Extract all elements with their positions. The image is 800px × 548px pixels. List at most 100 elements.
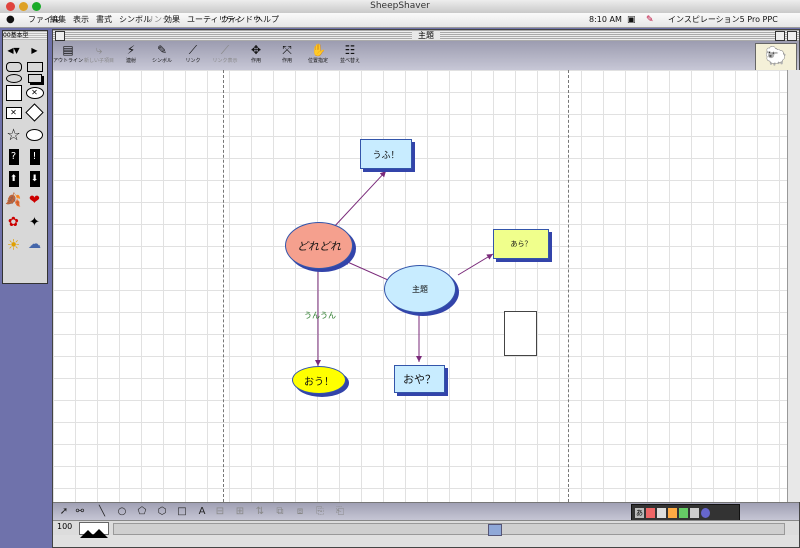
rapidfire-button[interactable]: ⚡ 連射 xyxy=(116,43,146,70)
menu-effect[interactable]: 効果 xyxy=(164,13,180,27)
arrange-button[interactable]: ☷ 並べ替え xyxy=(335,43,365,70)
rapid-link-icon[interactable]: ⚯ xyxy=(73,505,87,519)
control-strip: あ xyxy=(631,504,740,521)
document-window: 主題 ▤ アウトライン ⤷ 新しい子項目 ⚡ 連射 ✎ シンボル ⟋ リンク ⟋ リンク表示… xyxy=(52,29,800,548)
mascot-icon[interactable]: 🐑 xyxy=(755,43,797,71)
doc-close-box[interactable] xyxy=(55,31,65,41)
outline-icon: ▤ xyxy=(62,43,74,57)
storm-cloud-icon[interactable]: ☁ xyxy=(25,235,44,254)
diamond-icon[interactable] xyxy=(25,103,44,122)
menu-bar: ● ファイル 編集 表示 書式 シンボル リンク 効果 ユーティリティ ウィンド… xyxy=(0,13,800,28)
zoom-level[interactable]: 100 xyxy=(57,522,72,531)
drawing-toolbar: ➚ ⚯ ╲ ○ ⬠ ⬡ □ A ⊟ ⊞ ⇅ ⧉ ⧈ ⎘ ⎗ あ xyxy=(53,502,799,521)
move-button[interactable]: ✥ 作用 xyxy=(241,43,271,70)
square-icon[interactable] xyxy=(4,83,23,102)
document-title: 主題 xyxy=(412,31,440,40)
minimize-window-button[interactable] xyxy=(19,2,28,11)
sun-icon[interactable]: ☀ xyxy=(4,235,23,254)
symbol-button[interactable]: ✎ シンボル xyxy=(147,43,177,70)
line-tool-icon[interactable]: ╲ xyxy=(95,505,109,519)
align-left-icon[interactable]: ⊟ xyxy=(213,505,227,519)
strip-a-icon[interactable]: あ xyxy=(635,507,644,518)
node-doredore[interactable]: どれどれ xyxy=(285,222,353,269)
arrow-up-icon[interactable]: ⬆ xyxy=(4,169,23,188)
rapidfire-icon: ⚡ xyxy=(126,43,136,57)
control-strip-icon[interactable]: ✎ xyxy=(646,13,654,27)
arrow-down-icon[interactable]: ⬇ xyxy=(25,169,44,188)
hand-button[interactable]: ✋ 位置指定 xyxy=(303,43,333,70)
link-show-icon: ⟋ xyxy=(220,43,230,57)
symbol-icon: ✎ xyxy=(156,43,168,57)
monitor-icon[interactable]: ▣ xyxy=(627,13,636,27)
horizontal-scrollbar[interactable] xyxy=(113,523,785,536)
flower-icon[interactable]: ✿ xyxy=(4,213,23,232)
exclamation-icon[interactable]: ! xyxy=(25,147,44,166)
ungroup-icon[interactable]: ⧈ xyxy=(293,505,307,519)
link-main-doredore[interactable] xyxy=(342,259,389,281)
strip-check-icon[interactable] xyxy=(679,507,688,518)
host-title-bar: SheepShaver xyxy=(0,0,800,14)
link-button[interactable]: ⟋ リンク xyxy=(178,43,208,70)
note-box[interactable] xyxy=(504,311,537,356)
horizontal-scroll-thumb[interactable] xyxy=(488,524,502,536)
diagram-canvas[interactable]: うふ！ どれどれ あら？ 主題 うんうん おう！ おや？ xyxy=(53,70,799,502)
circle-tool-icon[interactable]: ○ xyxy=(115,505,129,519)
strip-tool-icon[interactable] xyxy=(690,507,699,518)
question-icon[interactable]: ? xyxy=(4,147,23,166)
apple-menu-icon[interactable]: ● xyxy=(6,13,15,27)
node-ou[interactable]: おう！ xyxy=(292,366,346,394)
node-oya[interactable]: おや？ xyxy=(394,365,445,393)
link-main-ara[interactable] xyxy=(457,253,494,276)
text-tool-icon[interactable]: A xyxy=(195,505,209,519)
fit-icon: ⤧ xyxy=(282,43,292,57)
fit-button[interactable]: ⤧ 作用 xyxy=(272,43,302,70)
menu-format[interactable]: 書式 xyxy=(96,13,112,27)
group-icon[interactable]: ⧉ xyxy=(273,505,287,519)
doc-zoom-box[interactable] xyxy=(775,31,785,41)
strip-globe-icon[interactable] xyxy=(701,507,710,518)
close-window-button[interactable] xyxy=(6,2,15,11)
ellipse-x-icon[interactable]: ✕ xyxy=(25,83,44,102)
node-ufu[interactable]: うふ！ xyxy=(360,139,412,169)
link-label-unun[interactable]: うんうん xyxy=(296,308,344,322)
zoom-mountain-icon[interactable] xyxy=(79,522,109,538)
node-main-topic[interactable]: 主題 xyxy=(384,265,456,313)
node-ara[interactable]: あら？ xyxy=(493,229,549,259)
front-icon[interactable]: ⎘ xyxy=(313,505,327,519)
zoom-window-button[interactable] xyxy=(32,2,41,11)
strip-doc-icon[interactable] xyxy=(657,507,666,518)
turtle-icon[interactable]: ✦ xyxy=(25,213,44,232)
pointer-icon[interactable]: ➚ xyxy=(57,505,71,519)
star-icon[interactable]: ☆ xyxy=(4,125,23,144)
host-title: SheepShaver xyxy=(370,1,430,11)
vertical-scrollbar[interactable] xyxy=(787,70,800,502)
app-name[interactable]: インスピレーション5 Pro PPC xyxy=(668,13,778,27)
outline-button[interactable]: ▤ アウトライン xyxy=(53,43,83,70)
back-icon[interactable]: ⎗ xyxy=(333,505,347,519)
menu-view[interactable]: 表示 xyxy=(73,13,89,27)
envelope-icon[interactable]: ✕ xyxy=(4,103,23,122)
leaf-icon[interactable]: 🍂 xyxy=(4,191,23,210)
arrange-icon: ☷ xyxy=(344,43,356,57)
toolbar: ▤ アウトライン ⤷ 新しい子項目 ⚡ 連射 ✎ シンボル ⟋ リンク ⟋ リンク表示 ✥ 作… xyxy=(53,41,799,71)
document-title-bar[interactable]: 主題 xyxy=(53,30,799,41)
menu-clock: 8:10 AM xyxy=(589,15,622,24)
new-child-button[interactable]: ⤷ 新しい子項目 xyxy=(84,43,114,70)
menu-help[interactable]: ヘルプ xyxy=(255,13,279,27)
doc-collapse-box[interactable] xyxy=(787,31,797,41)
rect-tool-icon[interactable]: □ xyxy=(175,505,189,519)
palette-title: 00基本型 xyxy=(3,31,47,40)
strip-edit-icon[interactable] xyxy=(668,507,677,518)
strip-color-icon[interactable] xyxy=(646,507,655,518)
move-icon: ✥ xyxy=(250,43,262,57)
polygon-tool-icon[interactable]: ⬠ xyxy=(135,505,149,519)
link-show-button[interactable]: ⟋ リンク表示 xyxy=(210,43,240,70)
distribute-icon[interactable]: ⇅ xyxy=(253,505,267,519)
link-doredore-ufu[interactable] xyxy=(332,170,387,229)
align-center-icon[interactable]: ⊞ xyxy=(233,505,247,519)
link-icon: ⟋ xyxy=(188,43,198,57)
speech-bubble-icon[interactable] xyxy=(25,125,44,144)
menu-edit[interactable]: 編集 xyxy=(50,13,66,27)
heart-icon[interactable]: ❤ xyxy=(25,191,44,210)
shape-tool-icon[interactable]: ⬡ xyxy=(155,505,169,519)
